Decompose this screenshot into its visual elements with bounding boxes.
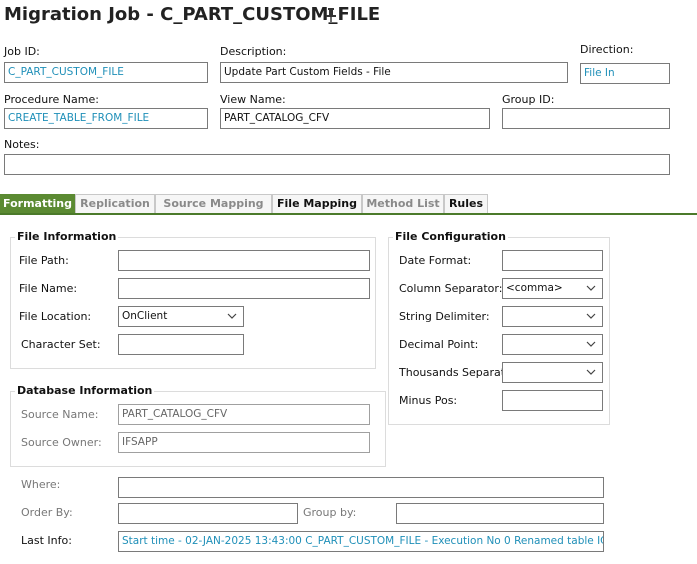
procedure-name-field[interactable]: CREATE_TABLE_FROM_FILE — [4, 108, 208, 129]
tab-rules[interactable]: Rules — [444, 194, 488, 213]
file-name-field[interactable] — [118, 278, 370, 299]
direction-field[interactable]: File In — [580, 63, 670, 84]
chevron-down-icon — [586, 313, 596, 319]
tab-formatting[interactable]: Formatting — [0, 194, 75, 213]
decimal-point-select[interactable] — [502, 334, 603, 355]
tab-method-list[interactable]: Method List — [362, 194, 444, 213]
group-id-label: Group ID: — [502, 93, 555, 106]
character-set-field[interactable] — [118, 334, 244, 355]
group-id-field[interactable] — [502, 108, 670, 129]
character-set-label: Character Set: — [21, 338, 101, 351]
view-name-field[interactable]: PART_CATALOG_CFV — [220, 108, 490, 129]
source-name-field: PART_CATALOG_CFV — [118, 404, 370, 425]
file-path-field[interactable] — [118, 250, 370, 271]
file-configuration-title: File Configuration — [393, 230, 508, 243]
file-path-label: File Path: — [19, 254, 69, 267]
description-field[interactable]: Update Part Custom Fields - File — [220, 62, 568, 83]
database-information-group — [10, 391, 386, 467]
date-format-field[interactable] — [502, 250, 603, 271]
date-format-label: Date Format: — [399, 254, 472, 267]
procedure-name-label: Procedure Name: — [4, 93, 99, 106]
thousands-separator-select[interactable] — [502, 362, 603, 383]
order-by-label: Order By: — [21, 506, 73, 519]
tab-bar-divider — [0, 213, 697, 215]
string-delimiter-select[interactable] — [502, 306, 603, 327]
notes-label: Notes: — [4, 138, 40, 151]
page-title: Migration Job - C_PART_CUSTOM_FILE — [4, 4, 381, 25]
thousands-separator-label: Thousands Separator: — [399, 366, 502, 379]
decimal-point-label: Decimal Point: — [399, 338, 479, 351]
tab-file-mapping[interactable]: File Mapping — [272, 194, 362, 213]
file-location-value: OnClient — [122, 310, 168, 322]
source-name-label: Source Name: — [21, 408, 99, 421]
tab-source-mapping[interactable]: Source Mapping — [155, 194, 272, 213]
job-id-field[interactable]: C_PART_CUSTOM_FILE — [4, 62, 208, 83]
file-information-title: File Information — [15, 230, 119, 243]
group-by-field[interactable] — [396, 503, 604, 524]
chevron-down-icon — [586, 285, 596, 291]
chevron-down-icon — [586, 369, 596, 375]
column-separator-value: <comma> — [506, 282, 563, 294]
order-by-field[interactable] — [118, 503, 298, 524]
database-information-title: Database Information — [15, 384, 155, 397]
direction-label: Direction: — [580, 43, 634, 56]
last-info-field[interactable]: Start time - 02-JAN-2025 13:43:00 C_PART… — [118, 531, 604, 552]
view-name-label: View Name: — [220, 93, 286, 106]
last-info-label: Last Info: — [21, 534, 72, 547]
source-owner-field: IFSAPP — [118, 432, 370, 453]
file-location-select[interactable]: OnClient — [118, 306, 244, 327]
minus-pos-field[interactable] — [502, 390, 603, 411]
string-delimiter-label: String Delimiter: — [399, 310, 490, 323]
column-separator-select[interactable]: <comma> — [502, 278, 603, 299]
column-separator-label: Column Separator: — [399, 282, 503, 295]
group-by-label: Group by: — [303, 506, 357, 519]
where-field[interactable] — [118, 477, 604, 498]
chevron-down-icon — [227, 313, 237, 319]
source-owner-label: Source Owner: — [21, 436, 102, 449]
where-label: Where: — [21, 478, 61, 491]
file-name-label: File Name: — [19, 282, 78, 295]
tab-replication[interactable]: Replication — [75, 194, 155, 213]
minus-pos-label: Minus Pos: — [399, 394, 458, 407]
pin-icon[interactable] — [325, 8, 337, 22]
file-location-label: File Location: — [19, 310, 92, 323]
description-label: Description: — [220, 45, 287, 58]
notes-field[interactable] — [4, 154, 670, 175]
chevron-down-icon — [586, 341, 596, 347]
job-id-label: Job ID: — [4, 45, 40, 58]
